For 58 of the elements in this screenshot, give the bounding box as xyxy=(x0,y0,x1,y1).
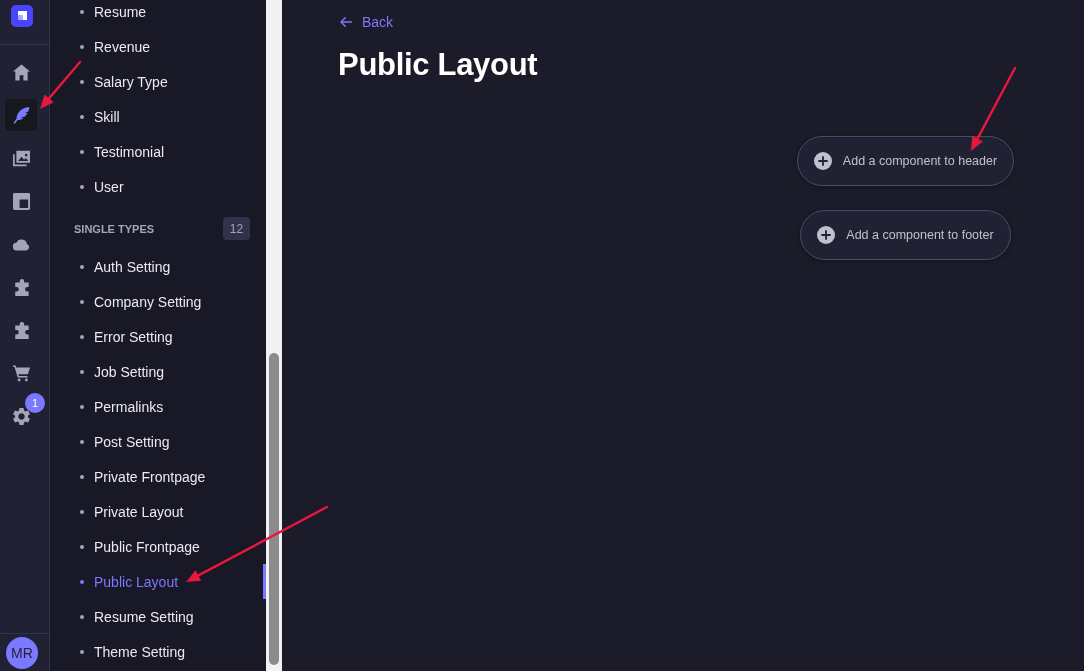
images-icon xyxy=(12,149,30,167)
back-link[interactable]: Back xyxy=(340,14,394,30)
bullet-icon xyxy=(80,474,84,479)
puzzle-icon xyxy=(12,321,30,339)
sidebar-link[interactable]: Company Setting xyxy=(50,284,266,319)
section-heading: SINGLE TYPES xyxy=(74,222,155,235)
bullet-icon xyxy=(80,649,84,654)
annotation-arrow xyxy=(40,60,82,109)
sidebar-link[interactable]: Error Setting xyxy=(50,319,266,354)
bullet-icon xyxy=(80,9,84,14)
bullet-icon xyxy=(80,439,84,444)
sidebar-link[interactable]: Permalinks xyxy=(50,389,266,424)
plus-icon xyxy=(813,152,832,170)
sidebar-link[interactable]: Post Setting xyxy=(50,424,266,459)
arrow-left-icon xyxy=(340,17,352,27)
home-icon xyxy=(12,63,30,81)
feather-icon xyxy=(12,106,30,124)
section-count: 12 xyxy=(223,217,250,240)
bullet-icon xyxy=(80,299,84,304)
settings-icon xyxy=(12,407,30,425)
user-avatar[interactable]: MR xyxy=(6,637,38,669)
bullet-icon xyxy=(80,544,84,549)
sidebar-link[interactable]: User xyxy=(50,169,266,204)
sidebar-link[interactable]: Public Frontpage xyxy=(50,529,266,564)
sidebar-link[interactable]: Resume Setting xyxy=(50,599,266,634)
bullet-icon xyxy=(80,44,84,49)
sidebar-link[interactable]: Private Frontpage xyxy=(50,459,266,494)
rail-nav-item[interactable] xyxy=(5,99,37,131)
sidebar-link[interactable]: Theme Setting xyxy=(50,634,266,669)
scrollbar-thumb[interactable] xyxy=(269,353,279,665)
sidebar-link[interactable]: Private Layout xyxy=(50,494,266,529)
sidebar-link[interactable]: Job Setting xyxy=(50,354,266,389)
notification-count: 1 xyxy=(25,393,45,413)
sidebar-link[interactable]: Revenue xyxy=(50,29,266,64)
bullet-icon xyxy=(80,404,84,409)
bullet-icon xyxy=(80,184,84,189)
bullet-icon xyxy=(80,334,84,339)
bullet-icon xyxy=(80,264,84,269)
bullet-icon xyxy=(80,579,84,584)
cart-icon xyxy=(12,364,30,382)
sidebar-link[interactable]: Resume xyxy=(50,0,266,29)
bullet-icon xyxy=(80,114,84,119)
add-component-button[interactable]: Add a component to header xyxy=(796,136,1015,186)
bullet-icon xyxy=(80,369,84,374)
sidebar-link[interactable]: Auth Setting xyxy=(50,249,266,284)
sidebar-link[interactable]: Skill xyxy=(50,99,266,134)
page-title: Public Layout xyxy=(338,46,538,83)
layout-icon xyxy=(12,192,30,210)
add-component-button[interactable]: Add a component to footer xyxy=(800,210,1011,260)
bullet-icon xyxy=(80,509,84,514)
bullet-icon xyxy=(80,79,84,84)
puzzle-icon xyxy=(12,278,30,296)
plus-icon xyxy=(817,226,836,244)
bullet-icon xyxy=(80,614,84,619)
app-logo-icon[interactable] xyxy=(11,5,33,27)
sidebar-link[interactable]: Testimonial xyxy=(50,134,266,169)
sidebar-link[interactable]: Salary Type xyxy=(50,64,266,99)
bullet-icon xyxy=(80,149,84,154)
